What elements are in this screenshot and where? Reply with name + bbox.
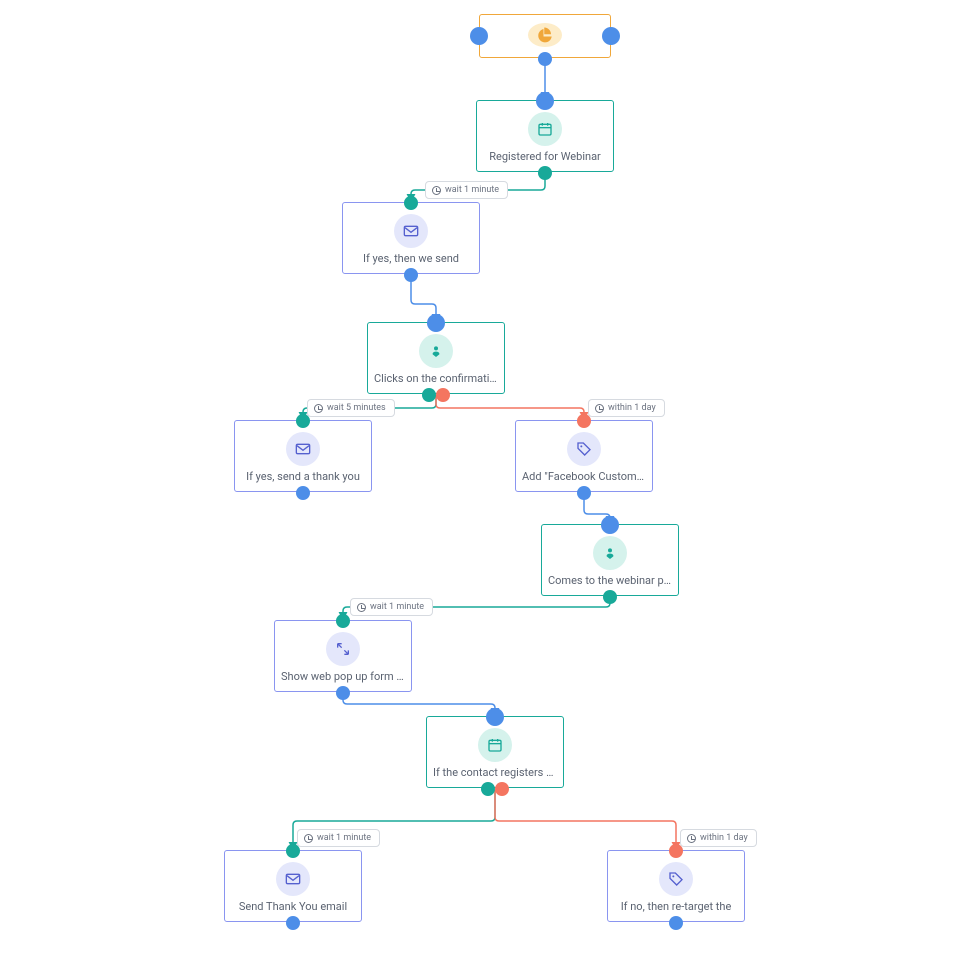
expand-icon — [326, 632, 360, 666]
node-retarget[interactable]: If no, then re-target the — [607, 850, 745, 922]
wait-pill-5[interactable]: wait 1 minute — [297, 829, 380, 847]
node-label: Registered for Webinar — [483, 150, 607, 163]
calendar-icon — [528, 112, 562, 146]
node-label: If yes, then we send — [349, 252, 473, 265]
clock-icon — [304, 834, 313, 843]
node-label: If no, then re-target the — [614, 900, 738, 913]
clock-icon — [687, 834, 696, 843]
pill-label: wait 5 minutes — [327, 403, 386, 413]
pie-chart-icon — [528, 23, 562, 47]
node-webinar-page[interactable]: Comes to the webinar page — [541, 524, 679, 596]
clock-icon — [314, 404, 323, 413]
flow-canvas[interactable]: Registered for Webinar If yes, then we s… — [0, 0, 972, 964]
pill-label: wait 1 minute — [370, 602, 424, 612]
tag-icon — [659, 862, 693, 896]
node-label: Clicks on the confirmation — [374, 372, 498, 385]
pill-label: wait 1 minute — [445, 185, 499, 195]
wait-pill-3[interactable]: within 1 day — [588, 399, 665, 417]
pill-label: within 1 day — [608, 403, 656, 413]
node-popup[interactable]: Show web pop up form as — [274, 620, 412, 692]
envelope-icon — [394, 214, 428, 248]
clock-icon — [357, 603, 366, 612]
calendar-icon — [478, 728, 512, 762]
wait-pill-6[interactable]: within 1 day — [680, 829, 757, 847]
node-label: If yes, send a thank you — [241, 470, 365, 483]
pill-label: wait 1 minute — [317, 833, 371, 843]
wait-pill-2[interactable]: wait 5 minutes — [307, 399, 395, 417]
envelope-icon — [286, 432, 320, 466]
clock-icon — [595, 404, 604, 413]
tag-icon — [567, 432, 601, 466]
pill-label: within 1 day — [700, 833, 748, 843]
wait-pill-4[interactable]: wait 1 minute — [350, 598, 433, 616]
node-if-yes-send[interactable]: If yes, then we send — [342, 202, 480, 274]
node-clicks-confirmation[interactable]: Clicks on the confirmation — [367, 322, 505, 394]
node-send-thank-you[interactable]: Send Thank You email — [224, 850, 362, 922]
node-label: Comes to the webinar page — [548, 574, 672, 587]
wait-pill-1[interactable]: wait 1 minute — [425, 181, 508, 199]
person-pin-icon — [419, 334, 453, 368]
envelope-icon — [276, 862, 310, 896]
node-label: If the contact registers for — [433, 766, 557, 779]
node-registered-webinar[interactable]: Registered for Webinar — [476, 100, 614, 172]
clock-icon — [432, 186, 441, 195]
node-label: Add "Facebook Custom Ad — [522, 470, 646, 483]
node-facebook-ad[interactable]: Add "Facebook Custom Ad — [515, 420, 653, 492]
node-start[interactable] — [479, 14, 611, 58]
person-pin-icon — [593, 536, 627, 570]
node-label: Show web pop up form as — [281, 670, 405, 683]
node-label: Send Thank You email — [231, 900, 355, 913]
node-thank-you[interactable]: If yes, send a thank you — [234, 420, 372, 492]
node-if-registers[interactable]: If the contact registers for — [426, 716, 564, 788]
